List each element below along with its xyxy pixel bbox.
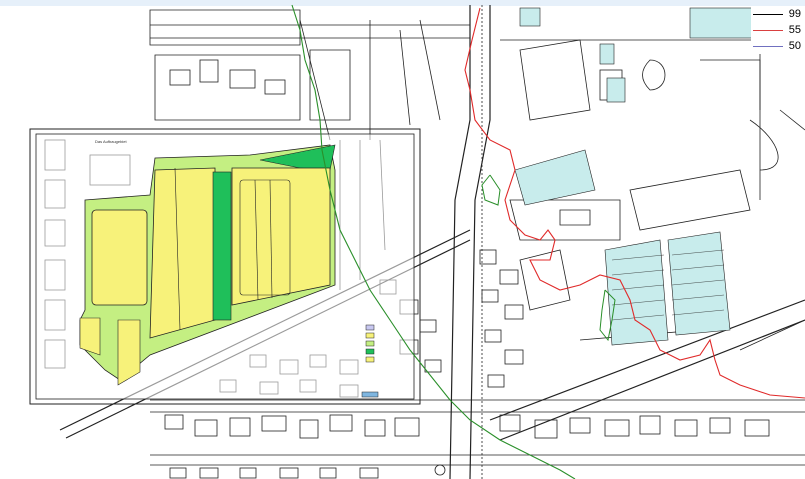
green-path-loop1 <box>481 174 501 206</box>
legend-swatch-blue <box>753 45 783 47</box>
legend-item-99: 99 <box>751 6 803 22</box>
yellow-zone-west <box>91 209 148 306</box>
legend-label: 50 <box>788 40 801 52</box>
top-strip <box>0 0 805 6</box>
yellow-zone-center <box>149 167 216 339</box>
hatched-buildings <box>514 7 761 346</box>
legend-item-55: 55 <box>751 22 803 38</box>
map-canvas[interactable]: Das Aufbaugebiet 99 55 50 <box>0 0 805 479</box>
legend-swatch-red <box>753 29 783 31</box>
legend-item-50: 50 <box>751 38 803 54</box>
legend-label: 55 <box>788 24 801 36</box>
site-plan-map <box>0 0 805 479</box>
legend-swatch-black <box>753 13 783 15</box>
plan-insert-label: Das Aufbaugebiet <box>95 139 127 144</box>
legend-label: 99 <box>788 8 801 20</box>
green-strip-vertical <box>212 171 232 321</box>
yellow-zone-east <box>231 167 331 306</box>
line-legend: 99 55 50 <box>751 6 803 54</box>
